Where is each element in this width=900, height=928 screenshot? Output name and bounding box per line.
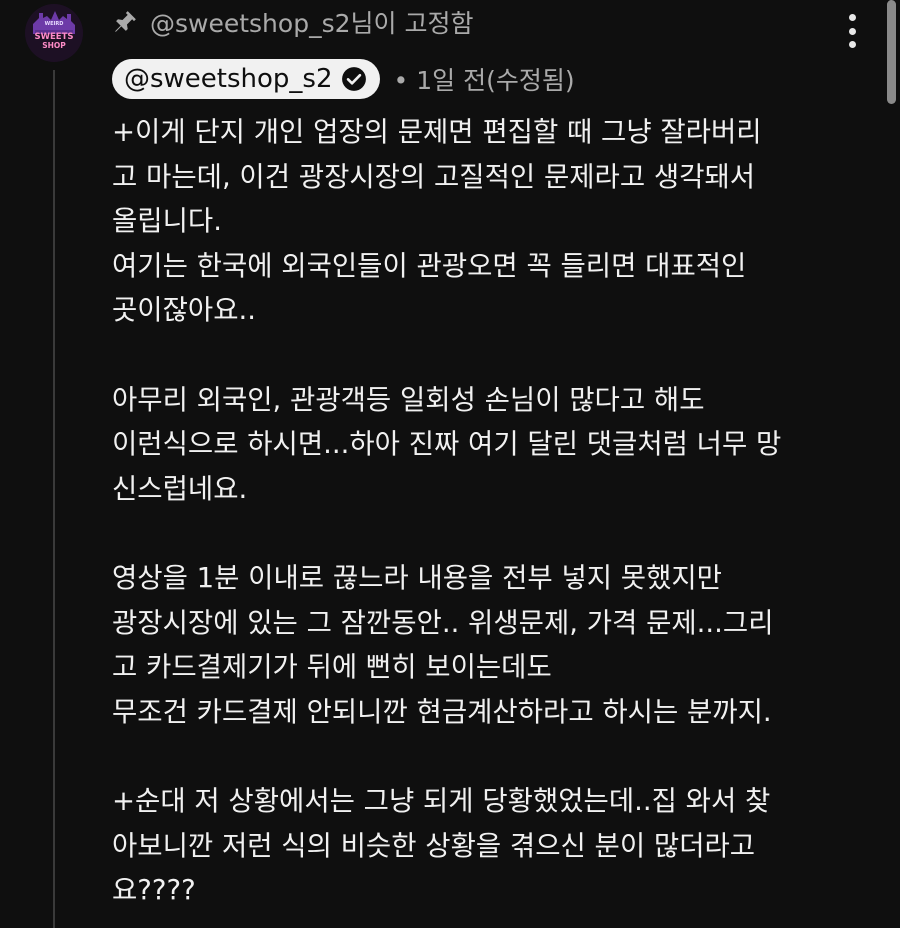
comment-line: 곳이잖아요..	[112, 294, 256, 327]
comment-line	[112, 511, 852, 556]
comment-line	[112, 333, 852, 378]
author-handle[interactable]: @sweetshop_s2	[124, 64, 333, 94]
comment-line: 이런식으로 하시면...하아 진짜 여기 달린 댓글처럼 너무 망	[112, 428, 782, 461]
comment-line: 아무리 외국인, 관광객등 일회성 손님이 많다고 해도	[112, 383, 705, 416]
avatar-logo-top: WEIRD	[45, 21, 64, 27]
author-handle-chip[interactable]: @sweetshop_s2	[112, 59, 380, 99]
sweets-shop-logo: WEIRD SWEETS SHOP	[25, 4, 83, 62]
comment-line: 무조건 카드결제 안되니깐 현금계산하라고 하시는 분까지.	[112, 695, 772, 728]
thread-line	[53, 70, 55, 928]
verified-icon	[341, 66, 367, 92]
comment-line: 요????	[112, 874, 196, 907]
comment-line: +이게 단지 개인 업장의 문제면 편집할 때 그냥 잘라버리	[112, 116, 762, 148]
scrollbar-thumb[interactable]	[887, 0, 896, 104]
comment-line: +순대 저 상황에서는 그냥 되게 당황했었는데..집 와서 찾	[112, 784, 771, 817]
pinned-label: @sweetshop_s2님이 고정함	[150, 9, 474, 38]
more-actions-icon[interactable]	[846, 14, 858, 48]
comment-timestamp[interactable]: • 1일 전(수정됨)	[394, 61, 575, 97]
comment-line: 광장시장에 있는 그 잠깐동안.. 위생문제, 가격 문제...그리	[112, 606, 774, 639]
comment-line: 영상을 1분 이내로 끊느라 내용을 전부 넣지 못했지만	[112, 561, 722, 594]
comment-line: 고 마는데, 이건 광장시장의 고질적인 문제라고 생각돼서	[112, 160, 756, 193]
comment-line: 신스럽네요.	[112, 472, 248, 505]
channel-avatar[interactable]: WEIRD SWEETS SHOP	[25, 4, 83, 62]
comment-line: 고 카드결제기가 뒤에 뻔히 보이는데도	[112, 651, 552, 684]
comment-line: 여기는 한국에 외국인들이 관광오면 꼭 들리면 대표적인	[112, 249, 747, 282]
avatar-logo-line2: SHOP	[42, 41, 66, 50]
pin-icon	[112, 9, 138, 35]
comment-line: 올립니다.	[112, 205, 222, 238]
comment-header: @sweetshop_s2 • 1일 전(수정됨)	[112, 58, 575, 100]
comment-line: 아보니깐 저런 식의 비슷한 상황을 겪으신 분이 많더라고	[112, 829, 756, 862]
comment-body: +이게 단지 개인 업장의 문제면 편집할 때 그냥 잘라버리 고 마는데, 이…	[112, 110, 852, 913]
pinned-indicator: @sweetshop_s2님이 고정함	[112, 4, 473, 40]
comment-line	[112, 734, 852, 779]
